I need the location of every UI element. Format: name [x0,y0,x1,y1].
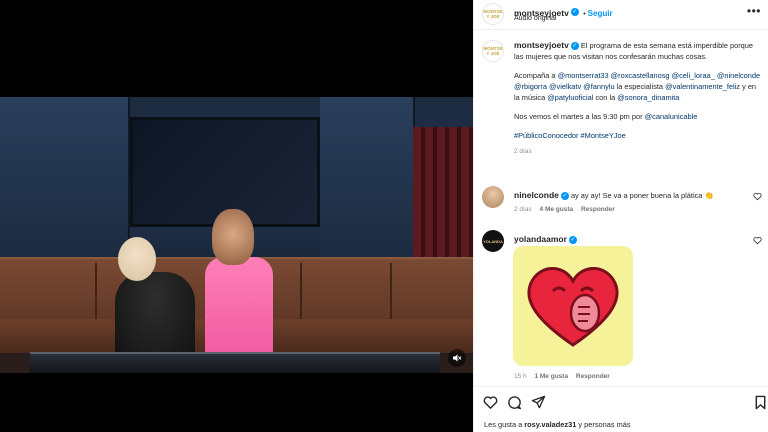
mute-button[interactable] [448,349,466,367]
studio-wall [320,97,415,267]
share-icon[interactable] [531,395,546,410]
host-figure [205,257,273,357]
verified-icon: ✓ [570,7,579,16]
sofa-seam [300,263,302,321]
with-text: con la [595,93,616,102]
mention-channel[interactable]: @canalunicable [645,112,698,121]
comment-text-row: ninelconde ✓ ay ay ay! Se va a poner buen… [514,190,714,201]
avatar-logo-text: MONTSE Y JOE [483,46,503,56]
hashtags[interactable]: #PúblicoConocedor #MontseYJoe [514,131,626,140]
guest-figure [115,272,195,362]
clap-emoji: 👏 [704,191,714,200]
caption-time[interactable]: 2 días [514,146,762,157]
post-caption: montseyjoetv ✓ El programa de esta semana… [514,40,762,165]
post-actions: Les gusta a rosy.valadez31 y personas má… [474,386,768,432]
specialist-text: la especialista [616,82,664,91]
likes-prefix: Les gusta a [484,420,523,429]
commenter-avatar[interactable] [482,186,504,208]
verified-icon: ✓ [570,42,579,51]
likes-summary: Les gusta a rosy.valadez31 y personas má… [484,420,631,429]
guest-head [118,237,156,281]
like-comment-icon[interactable] [753,236,762,245]
accompany-text: Acompaña a [514,71,556,80]
post-header: MONTSE Y JOE montseyjoetv ✓ • Seguir Audi… [474,0,768,30]
mention-sonora[interactable]: @sonora_dinamita [617,93,679,102]
follow-button[interactable]: Seguir [588,9,613,18]
comment-item: ninelconde ✓ ay ay ay! Se va a poner buen… [482,186,762,218]
comment-sticker-image[interactable] [513,246,633,366]
audio-label[interactable]: Audio original [514,15,556,22]
comment-icon[interactable] [507,395,522,410]
host-head [212,209,254,265]
commenter-username[interactable]: ninelconde [514,190,559,200]
comment-likes[interactable]: 4 Me gusta [540,206,574,213]
reply-button[interactable]: Responder [581,206,615,213]
heart-icon[interactable] [483,395,498,410]
mention-music[interactable]: @patyluoficial [547,93,593,102]
see-you-text: Nos vemos el martes a las 9:30 pm por [514,112,643,121]
like-comment-icon[interactable] [753,192,762,201]
studio-window [413,127,473,267]
caption-username[interactable]: montseyjoetv [514,40,569,50]
video-player[interactable] [0,0,473,432]
comment-text: ay ay ay! Se va a poner buena la plática [570,191,703,200]
reply-button[interactable]: Responder [576,373,610,380]
comment-meta: 2 días 4 Me gusta Responder [514,206,615,213]
comment-likes[interactable]: 1 Me gusta [534,373,568,380]
comment-time[interactable]: 2 días [514,206,532,213]
bookmark-icon[interactable] [753,395,768,410]
verified-icon: ✓ [560,192,569,201]
post-panel: MONTSE Y JOE montseyjoetv ✓ • Seguir Audi… [473,0,768,432]
caption-avatar[interactable]: MONTSE Y JOE [482,40,504,62]
avatar-logo-text: MONTSE Y JOE [483,9,503,19]
avatar-logo-text: YOLANDA [483,238,503,244]
verified-icon: ✓ [568,236,577,245]
likes-user[interactable]: rosy.valadez31 [524,420,576,429]
speaker-muted-icon [453,354,462,362]
sofa-seam [95,263,97,321]
mention-specialist[interactable]: @valentinamente_feliz [665,82,740,91]
more-options-icon[interactable]: ••• [747,4,761,18]
comment-text-row: yolandaamor ✓ [514,234,577,245]
commenter-avatar[interactable]: YOLANDA [482,230,504,252]
commenter-username[interactable]: yolandaamor [514,234,567,244]
heart-sticker-icon [527,267,619,347]
author-avatar[interactable]: MONTSE Y JOE [482,3,504,25]
comment-meta: 15 h 1 Me gusta Responder [514,373,610,380]
video-frame[interactable] [0,97,473,373]
coffee-table [30,352,440,373]
studio-wall [0,97,130,267]
likes-suffix[interactable]: y personas más [578,420,630,429]
sofa-seam [390,263,392,321]
comment-time[interactable]: 15 h [514,373,527,380]
